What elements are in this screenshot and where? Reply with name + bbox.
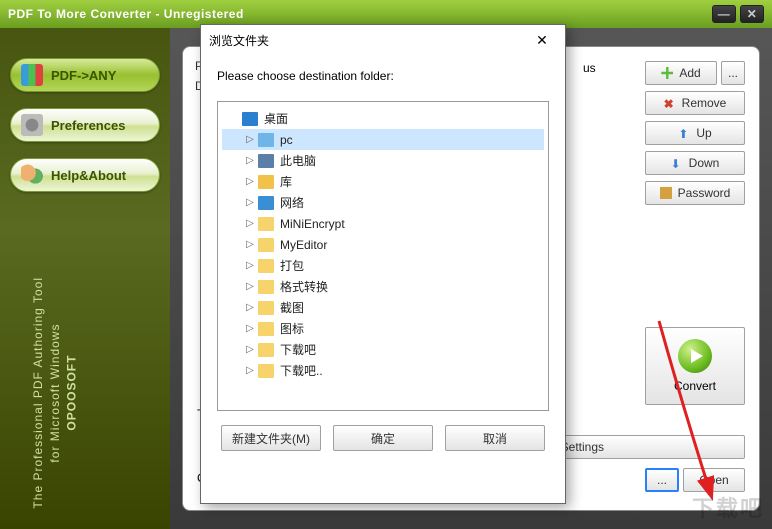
gear-icon [21, 114, 43, 136]
folder-icon [258, 238, 274, 252]
books-icon [21, 64, 43, 86]
nav-preferences[interactable]: Preferences [10, 108, 160, 142]
tree-item[interactable]: ▷ 下载吧 [222, 339, 544, 360]
expand-icon[interactable]: ▷ [244, 365, 256, 376]
expand-icon[interactable]: ▷ [244, 302, 256, 313]
folder-icon [258, 259, 274, 273]
tree-item[interactable]: ▷ 截图 [222, 297, 544, 318]
folder-icon [258, 301, 274, 315]
tree-item-label: 网络 [280, 194, 304, 211]
expand-icon[interactable]: ▷ [244, 176, 256, 187]
dialog-titlebar: 浏览文件夹 ✕ [201, 25, 565, 55]
expand-icon[interactable]: ▷ [244, 218, 256, 229]
tree-item[interactable]: ▷ 图标 [222, 318, 544, 339]
password-button[interactable]: Password [645, 181, 745, 205]
dialog-message: Please choose destination folder: [217, 69, 549, 83]
col-header: us [583, 61, 596, 75]
folder-icon [258, 154, 274, 168]
folder-icon [258, 175, 274, 189]
expand-icon[interactable]: ▷ [244, 134, 256, 145]
tree-item-label: pc [280, 133, 293, 147]
tree-item[interactable]: ▷ 打包 [222, 255, 544, 276]
tree-item-label: 下载吧 [280, 341, 316, 358]
tree-item-label: 打包 [280, 257, 304, 274]
nav-pdf-any[interactable]: PDF->ANY [10, 58, 160, 92]
minimize-button[interactable]: — [712, 5, 736, 23]
expand-icon[interactable]: ▷ [244, 260, 256, 271]
sidebar-branding: The Professional PDF Authoring Tool for … [30, 277, 80, 509]
x-icon: ✖ [664, 97, 676, 109]
sidebar: PDF->ANY Preferences Help&About The Prof… [0, 28, 170, 529]
pencil-icon [660, 187, 672, 199]
up-button[interactable]: ⬆ Up [645, 121, 745, 145]
down-button[interactable]: ⬇ Down [645, 151, 745, 175]
nav-label: PDF->ANY [51, 68, 116, 83]
app-title: PDF To More Converter - Unregistered [8, 7, 244, 21]
cancel-button[interactable]: 取消 [445, 425, 545, 451]
expand-icon[interactable]: ▷ [244, 155, 256, 166]
tree-item-label: MyEditor [280, 238, 327, 252]
dialog-close-button[interactable]: ✕ [527, 28, 557, 52]
expand-icon[interactable]: ▷ [244, 323, 256, 334]
expand-icon[interactable]: ▷ [244, 344, 256, 355]
close-button[interactable]: ✕ [740, 5, 764, 23]
tree-item-label: 格式转换 [280, 278, 328, 295]
expand-icon[interactable]: ▷ [244, 197, 256, 208]
tree-item[interactable]: ▷ 此电脑 [222, 150, 544, 171]
convert-button[interactable]: Convert [645, 327, 745, 405]
ok-button[interactable]: 确定 [333, 425, 433, 451]
folder-icon [258, 280, 274, 294]
tree-item[interactable]: ▷ pc [222, 129, 544, 150]
people-icon [21, 164, 43, 186]
tree-item-label: 图标 [280, 320, 304, 337]
tree-item-label: 截图 [280, 299, 304, 316]
arrow-down-icon: ⬇ [671, 157, 683, 169]
browse-folder-dialog: 浏览文件夹 ✕ Please choose destination folder… [200, 24, 566, 504]
tree-item[interactable]: ▷库 [222, 171, 544, 192]
folder-icon [258, 364, 274, 378]
folder-icon [258, 322, 274, 336]
folder-icon [258, 196, 274, 210]
folder-tree[interactable]: 桌面 ▷pc▷此电脑▷库▷网络▷MiNiEncrypt▷MyEditor▷打包▷… [217, 101, 549, 411]
folder-icon [258, 217, 274, 231]
folder-icon [258, 133, 274, 147]
tree-root[interactable]: 桌面 [222, 108, 544, 129]
browse-button[interactable]: ... [645, 468, 679, 492]
play-icon [678, 339, 712, 373]
tree-item[interactable]: ▷ 下载吧.. [222, 360, 544, 381]
dialog-title: 浏览文件夹 [209, 32, 269, 49]
tree-item-label: 库 [280, 173, 292, 190]
nav-label: Help&About [51, 168, 126, 183]
arrow-up-icon: ⬆ [678, 127, 690, 139]
open-button[interactable]: Open [683, 468, 745, 492]
add-more-button[interactable]: ... [721, 61, 745, 85]
action-column: Add ... ✖ Remove ⬆ Up ⬇ Down [645, 61, 745, 211]
nav-label: Preferences [51, 118, 125, 133]
nav-help-about[interactable]: Help&About [10, 158, 160, 192]
desktop-icon [242, 112, 258, 126]
plus-icon [661, 67, 673, 79]
remove-button[interactable]: ✖ Remove [645, 91, 745, 115]
tree-item[interactable]: ▷ 网络 [222, 192, 544, 213]
add-button[interactable]: Add [645, 61, 717, 85]
tree-item-label: 下载吧.. [280, 362, 323, 379]
tree-item-label: MiNiEncrypt [280, 217, 345, 231]
new-folder-button[interactable]: 新建文件夹(M) [221, 425, 321, 451]
watermark: 下载吧 [692, 491, 764, 523]
expand-icon[interactable]: ▷ [244, 239, 256, 250]
expand-icon[interactable]: ▷ [244, 281, 256, 292]
tree-item[interactable]: ▷ MyEditor [222, 234, 544, 255]
tree-item[interactable]: ▷ MiNiEncrypt [222, 213, 544, 234]
tree-item[interactable]: ▷ 格式转换 [222, 276, 544, 297]
tree-item-label: 此电脑 [280, 152, 316, 169]
folder-icon [258, 343, 274, 357]
